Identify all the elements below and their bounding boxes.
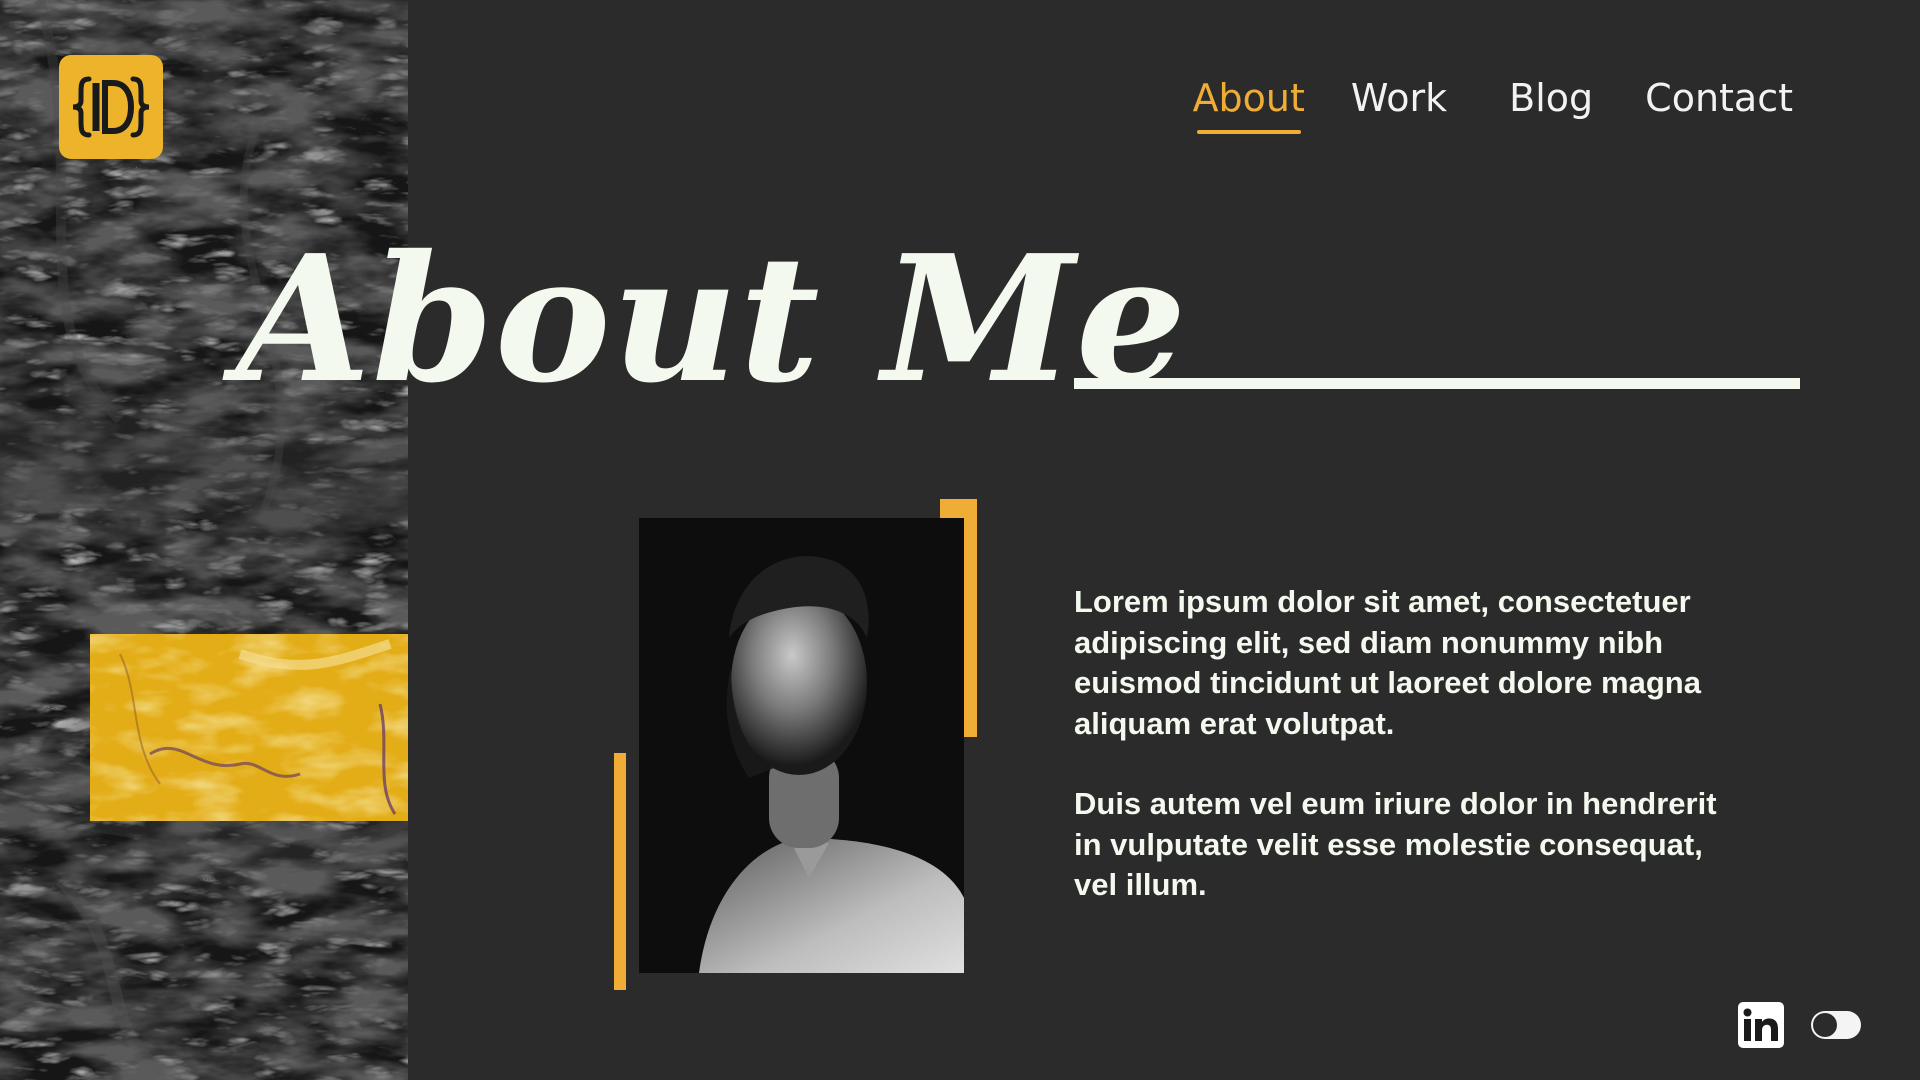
texture-image	[0, 0, 408, 1080]
bio-paragraph-2: Duis autem vel eum iriure dolor in hendr…	[1074, 786, 1717, 902]
nav-item-blog[interactable]: Blog	[1509, 70, 1593, 126]
linkedin-button[interactable]	[1738, 1002, 1784, 1048]
nav-item-about[interactable]: About	[1193, 70, 1305, 134]
gold-accent-block	[90, 634, 408, 821]
theme-toggle[interactable]	[1811, 1011, 1861, 1039]
texture-panel	[0, 0, 408, 1080]
logo-mark-icon	[72, 76, 150, 138]
bio-section: Lorem ipsum dolor sit amet, consectetuer…	[1074, 582, 1724, 946]
toggle-knob	[1813, 1013, 1837, 1037]
portrait-accent-bottom	[614, 753, 626, 990]
gold-texture-image	[90, 634, 408, 821]
page-title: About Me	[236, 218, 1188, 422]
brand-logo[interactable]	[59, 55, 163, 159]
nav-item-contact[interactable]: Contact	[1645, 70, 1793, 126]
linkedin-icon	[1743, 1008, 1778, 1041]
portrait-photo	[639, 518, 964, 973]
main-nav: About Work Blog Contact	[1147, 70, 1793, 134]
portrait-image	[639, 518, 964, 973]
nav-item-work[interactable]: Work	[1351, 70, 1447, 126]
bio-paragraph-1: Lorem ipsum dolor sit amet, consectetuer…	[1074, 584, 1701, 741]
